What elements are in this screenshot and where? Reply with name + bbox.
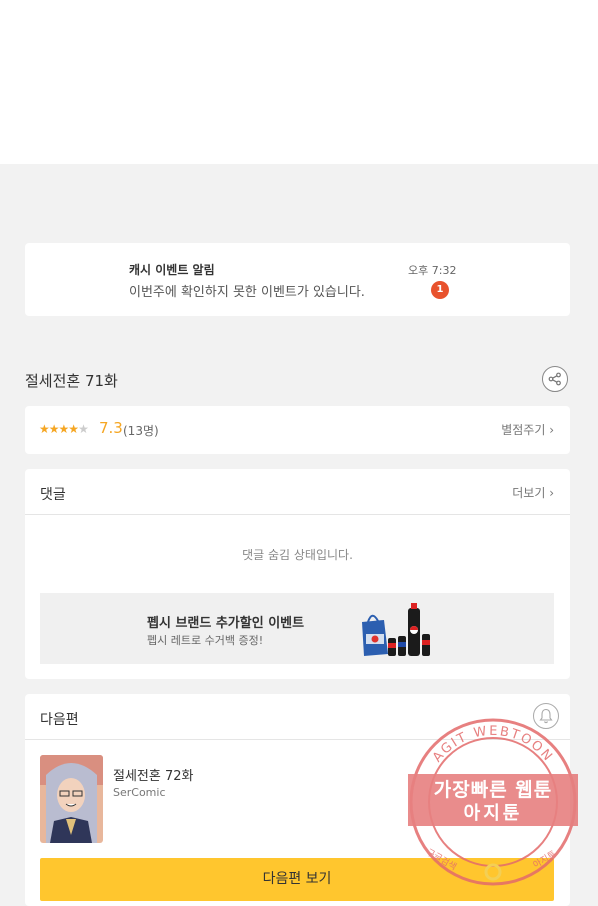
comments-header: 댓글 — [40, 487, 66, 503]
cash-event-notification[interactable]: 캐시 이벤트 알림 이번주에 확인하지 못한 이벤트가 있습니다. 오후 7:3… — [25, 243, 570, 316]
star-icon: ★ — [39, 422, 50, 436]
share-icon — [548, 372, 561, 386]
comments-hidden-message: 댓글 숨김 상태입니다. — [242, 548, 353, 562]
svg-text:AGIT WEBTOON: AGIT WEBTOON — [430, 724, 556, 766]
svg-text:구글검색: 구글검색 — [424, 846, 459, 873]
star-icon: ★ — [78, 422, 89, 436]
half-star-icon: ★ — [68, 422, 79, 436]
top-blank-area — [0, 0, 598, 164]
episode-title: 절세전혼 71화 — [25, 372, 118, 390]
next-episode-title: 절세전혼 72화 — [113, 769, 194, 784]
notification-badge: 1 — [431, 281, 449, 299]
svg-text:아지툰: 아지툰 — [464, 803, 523, 824]
pepsi-products-image — [362, 603, 430, 656]
comments-card: 댓글 더보기 › 댓글 숨김 상태입니다. 펩시 브랜드 추가할인 이벤트 펩시… — [25, 469, 570, 679]
notification-title: 캐시 이벤트 알림 — [129, 263, 215, 277]
star-icon: ★ — [58, 422, 70, 436]
notification-message: 이번주에 확인하지 못한 이벤트가 있습니다. — [129, 285, 365, 300]
rating-card: ★★★★★ 7.3 (13명) 별점주기 › — [25, 406, 570, 454]
divider — [25, 514, 570, 515]
star-icon: ★ — [48, 422, 60, 436]
next-episode-author: SerComic — [113, 786, 166, 799]
svg-text:가장빠른 웹툰: 가장빠른 웹툰 — [434, 779, 553, 801]
ad-title: 펩시 브랜드 추가할인 이벤트 — [147, 616, 305, 631]
ad-subtitle: 펩시 레트로 수거백 증정! — [147, 634, 264, 647]
rating-score: 7.3 — [99, 419, 123, 437]
comments-more-button[interactable]: 더보기 › — [512, 484, 554, 501]
share-button[interactable] — [542, 366, 568, 392]
notification-time: 오후 7:32 — [408, 264, 457, 277]
next-episode-thumbnail[interactable] — [40, 755, 103, 843]
star-rating: ★★★★★ — [39, 422, 89, 436]
pepsi-ad-banner[interactable]: 펩시 브랜드 추가할인 이벤트 펩시 레트로 수거백 증정! — [40, 593, 554, 664]
agit-webtoon-watermark-stamp: AGIT WEBTOON 가장빠른 웹툰 아지툰 구글검색 아지툰 — [408, 718, 578, 886]
character-portrait-image — [40, 755, 103, 843]
next-episode-header: 다음편 — [40, 712, 79, 728]
rating-count: (13명) — [123, 424, 159, 438]
rate-button[interactable]: 별점주기 › — [501, 421, 554, 438]
